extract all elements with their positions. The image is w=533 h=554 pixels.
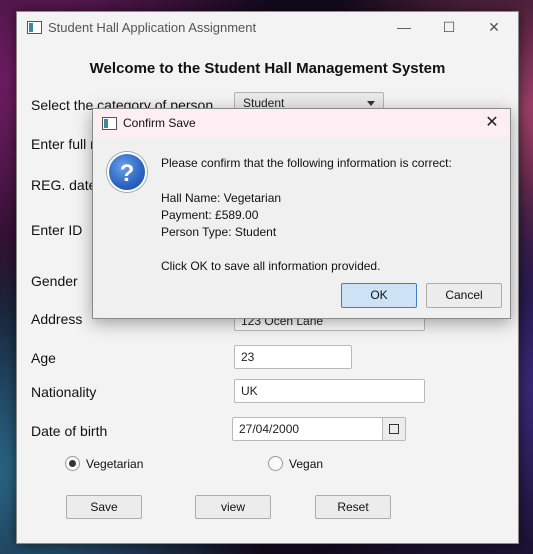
id-label: Enter ID: [31, 222, 83, 238]
app-icon: [27, 21, 42, 34]
age-label: Age: [31, 350, 56, 366]
dialog-hall-name: Hall Name: Vegetarian: [161, 191, 282, 205]
dialog-title: Confirm Save: [123, 116, 196, 130]
name-label: Enter full n: [31, 136, 98, 152]
dialog-app-icon: [102, 117, 117, 130]
nationality-label: Nationality: [31, 384, 97, 400]
page-title: Welcome to the Student Hall Management S…: [89, 60, 446, 77]
dialog-title-bar: Confirm Save ✕: [93, 109, 510, 138]
reg-date-label: REG. date: [31, 177, 97, 193]
reset-button[interactable]: Reset: [315, 495, 391, 519]
gender-label: Gender: [31, 273, 78, 289]
chevron-down-icon: [367, 101, 375, 106]
dialog-footer: Click OK to save all information provide…: [161, 259, 381, 273]
age-field[interactable]: 23: [234, 345, 352, 369]
radio-vegetarian-label: Vegetarian: [86, 457, 144, 471]
radio-vegan-label: Vegan: [289, 457, 324, 471]
calendar-icon: [389, 424, 399, 434]
title-bar: Student Hall Application Assignment — ☐ …: [17, 12, 518, 43]
question-icon: ?: [107, 152, 147, 192]
ok-button[interactable]: OK: [341, 283, 417, 308]
dialog-close-button[interactable]: ✕: [482, 112, 502, 132]
view-button[interactable]: view: [195, 495, 271, 519]
dialog-payment: Payment: £589.00: [161, 208, 259, 222]
dob-field[interactable]: 27/04/2000: [232, 417, 383, 441]
dialog-prompt: Please confirm that the following inform…: [161, 156, 452, 170]
maximize-button[interactable]: ☐: [435, 17, 463, 37]
dob-label: Date of birth: [31, 423, 108, 439]
window-title: Student Hall Application Assignment: [48, 20, 257, 35]
radio-vegan[interactable]: [268, 456, 283, 471]
radio-vegetarian[interactable]: [65, 456, 80, 471]
cancel-button[interactable]: Cancel: [426, 283, 502, 308]
calendar-button[interactable]: [382, 417, 406, 441]
save-button[interactable]: Save: [66, 495, 142, 519]
nationality-field[interactable]: UK: [234, 379, 425, 403]
dialog-person-type: Person Type: Student: [161, 225, 277, 239]
confirm-dialog: Confirm Save ✕ ? Please confirm that the…: [92, 108, 511, 319]
address-label: Address: [31, 311, 83, 327]
close-button[interactable]: ✕: [480, 17, 508, 37]
minimize-button[interactable]: —: [390, 17, 418, 37]
